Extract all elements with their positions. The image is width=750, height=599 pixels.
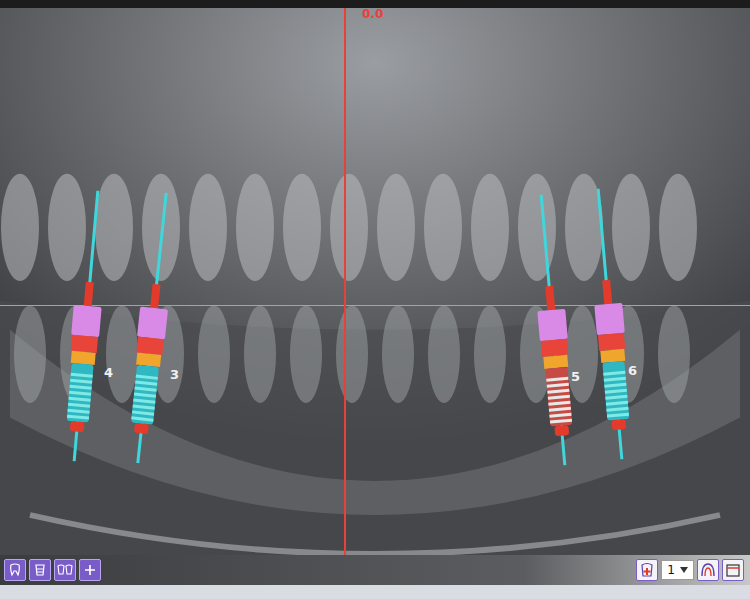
occlusal-line[interactable] xyxy=(0,305,750,306)
arch-icon xyxy=(700,562,716,578)
caret-down-icon xyxy=(680,567,688,573)
tool-group xyxy=(4,559,101,581)
add-tooth-button[interactable] xyxy=(636,559,658,581)
implant-label: 3 xyxy=(168,368,181,382)
plus-icon xyxy=(84,564,96,576)
taskbar xyxy=(0,585,750,599)
tooth-icon xyxy=(8,563,22,577)
bridge-icon xyxy=(57,563,73,577)
midline-label: 0.0 xyxy=(362,8,383,20)
view-select-value: 1 xyxy=(667,563,675,577)
bottom-toolbar: 1 xyxy=(0,555,750,585)
bridge-button[interactable] xyxy=(54,559,76,581)
xray-image xyxy=(0,8,750,555)
panoramic-view[interactable]: 0.0 4 3 5 6 xyxy=(0,8,750,555)
midline[interactable] xyxy=(344,8,346,555)
implant-button[interactable] xyxy=(29,559,51,581)
planning-screen: 0.0 4 3 5 6 1 xyxy=(0,0,750,599)
implant-label: 6 xyxy=(626,364,639,378)
calendar-button[interactable] xyxy=(722,559,744,581)
view-tools: 1 xyxy=(636,559,744,581)
arch-button[interactable] xyxy=(697,559,719,581)
implant[interactable]: 6 xyxy=(590,188,650,460)
add-button[interactable] xyxy=(79,559,101,581)
view-select[interactable]: 1 xyxy=(661,560,694,580)
tooth-button[interactable] xyxy=(4,559,26,581)
grid-icon xyxy=(726,563,740,577)
tooth-plus-icon xyxy=(639,562,655,578)
implant-tool-icon xyxy=(33,563,47,577)
implant[interactable]: 4 xyxy=(66,190,126,462)
implant-label: 4 xyxy=(102,366,115,380)
implant[interactable]: 3 xyxy=(132,192,192,464)
implant-label: 5 xyxy=(569,370,582,384)
implant[interactable]: 5 xyxy=(533,194,593,466)
top-bezel xyxy=(0,0,750,8)
